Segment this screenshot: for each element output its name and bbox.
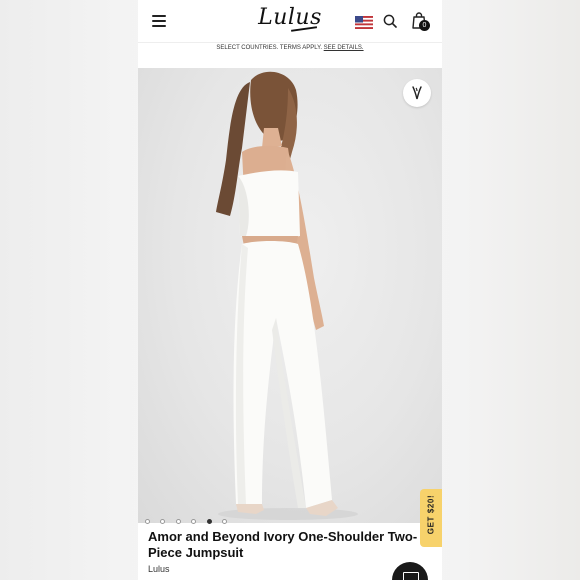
carousel-dot[interactable]	[160, 519, 166, 524]
model-figure-illustration	[216, 71, 358, 520]
search-icon[interactable]	[383, 14, 397, 28]
product-title: Amor and Beyond Ivory One-Shoulder Two-P…	[148, 529, 418, 560]
promo-text: SELECT COUNTRIES. TERMS APPLY.	[216, 45, 322, 51]
image-carousel-dots	[145, 511, 233, 524]
carousel-dot[interactable]	[175, 519, 181, 524]
product-image[interactable]	[138, 68, 442, 523]
carousel-dot[interactable]	[145, 519, 150, 524]
promo-bar: SELECT COUNTRIES. TERMS APPLY. SEE DETAI…	[138, 42, 442, 55]
wishlist-button[interactable]	[403, 79, 431, 107]
product-brand[interactable]: Lulus	[148, 564, 170, 574]
cart-count-badge: 0	[419, 20, 430, 31]
see-details-link[interactable]: SEE DETAILS.	[324, 45, 364, 51]
coupon-label: GET $20!	[426, 494, 436, 535]
carousel-dot-active[interactable]	[206, 519, 212, 524]
carousel-dot[interactable]	[222, 519, 228, 524]
chat-icon	[403, 572, 419, 580]
carousel-dot[interactable]	[191, 519, 197, 524]
heart-outline-icon	[412, 86, 422, 100]
site-header: Lulus 0	[138, 0, 442, 42]
phone-screen: Lulus 0 SELECT COUNTRIES. TERMS APPLY. S…	[138, 0, 442, 580]
get-coupon-tab[interactable]: GET $20!	[420, 489, 442, 547]
chat-button[interactable]	[392, 562, 428, 580]
us-flag-icon[interactable]	[355, 16, 373, 29]
